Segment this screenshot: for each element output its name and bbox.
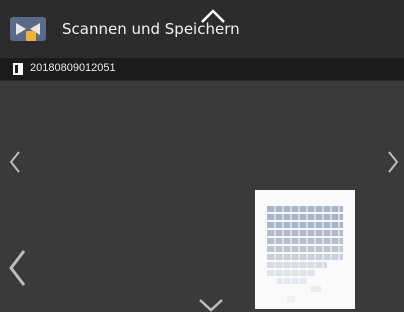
scan-and-store-icon xyxy=(10,17,46,41)
chevron-up-icon[interactable] xyxy=(200,8,226,24)
preview-image xyxy=(267,206,343,302)
document-icon xyxy=(13,63,23,75)
chevron-right-icon[interactable] xyxy=(386,150,400,174)
page-preview-thumbnail[interactable] xyxy=(255,190,355,309)
chevron-left-icon[interactable] xyxy=(8,150,22,174)
previous-page-button[interactable] xyxy=(6,248,28,288)
document-id: 20180809012051 xyxy=(30,62,116,74)
chevron-down-icon[interactable] xyxy=(198,298,224,312)
